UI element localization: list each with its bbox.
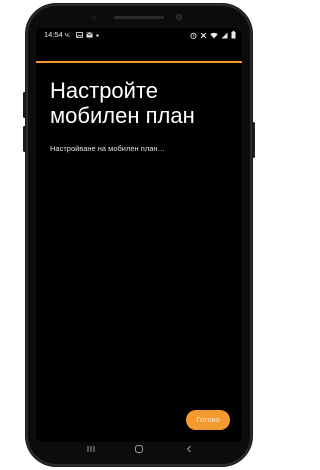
front-camera (176, 14, 182, 20)
volume-down-key (23, 126, 26, 152)
status-notification-icons (76, 28, 99, 42)
status-time: 14:54 ч. (44, 30, 71, 39)
navigation-bar (36, 442, 242, 454)
page: 14:54 ч. Настройте мобилен план Настройв… (0, 0, 280, 470)
alarm-icon (190, 32, 197, 39)
power-key (252, 122, 255, 158)
phone-frame: 14:54 ч. Настройте мобилен план Настройв… (23, 4, 255, 466)
mail-icon (86, 32, 93, 38)
status-bar: 14:54 ч. (36, 28, 242, 42)
back-button[interactable] (182, 442, 196, 454)
status-message: Настройване на мобилен план… (50, 144, 166, 153)
back-icon (186, 445, 191, 453)
recents-button[interactable] (84, 442, 98, 454)
progress-bar-fill (36, 61, 242, 63)
volume-up-key (23, 92, 26, 118)
screen: 14:54 ч. Настройте мобилен план Настройв… (36, 28, 242, 442)
earpiece-speaker (114, 16, 164, 19)
recents-icon (87, 446, 95, 452)
data-saver-icon (200, 32, 207, 38)
home-button[interactable] (132, 442, 146, 454)
status-system-icons (190, 28, 236, 42)
page-title: Настройте мобилен план (50, 78, 195, 128)
proximity-sensor (92, 15, 97, 20)
image-icon (76, 32, 83, 38)
done-button[interactable]: Готово (186, 410, 230, 430)
wifi-icon (210, 32, 218, 38)
home-icon (135, 445, 143, 453)
battery-icon (231, 31, 236, 39)
progress-bar (36, 61, 242, 63)
dot-icon (96, 33, 99, 37)
signal-icon (221, 32, 228, 38)
